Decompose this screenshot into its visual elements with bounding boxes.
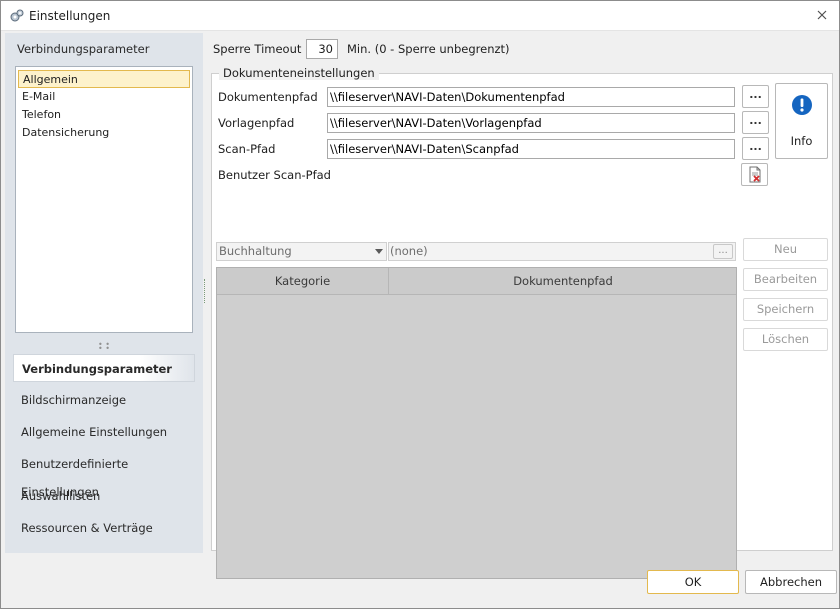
category-path-grid[interactable]: Kategorie Dokumentenpfad — [216, 267, 737, 579]
category-path-value: (none) — [390, 244, 428, 258]
edit-button[interactable]: Bearbeiten — [743, 268, 828, 291]
dokumentenpfad-input[interactable]: \\fileserver\NAVI-Daten\Dokumentenpfad — [327, 87, 735, 107]
subsection-list[interactable]: Allgemein E-Mail Telefon Datensicherung — [15, 66, 193, 333]
timeout-label: Sperre Timeout — [213, 42, 302, 56]
list-item-allgemein[interactable]: Allgemein — [18, 70, 190, 88]
info-button-label: Info — [790, 134, 813, 148]
nav-item-verbindungsparameter[interactable]: Verbindungsparameter — [13, 354, 195, 382]
column-header-kategorie[interactable]: Kategorie — [217, 268, 389, 294]
exclamation-info-icon — [791, 94, 813, 116]
title-bar: Einstellungen — [1, 1, 839, 31]
nav-item-benutzerdefinierte-einstellungen[interactable]: Benutzerdefinierte Einstellungen — [13, 450, 195, 499]
settings-gears-icon — [9, 8, 25, 24]
settings-content: Sperre Timeout 30 Min. (0 - Sperre unbeg… — [211, 33, 833, 579]
category-combo[interactable]: Buchhaltung — [216, 242, 387, 261]
nav-item-auswahllisten[interactable]: Auswahllisten — [13, 482, 195, 510]
info-button[interactable]: Info — [775, 83, 828, 159]
list-item-datensicherung[interactable]: Datensicherung — [18, 124, 190, 142]
splitter-grip[interactable]: • • • • — [97, 341, 111, 353]
section-header: Verbindungsparameter — [17, 42, 150, 56]
document-settings-group: Dokumentenpfad \\fileserver\NAVI-Daten\D… — [211, 73, 833, 579]
remove-scan-path-button[interactable] — [741, 163, 768, 186]
group-title: Dokumenteneinstellungen — [219, 66, 379, 80]
delete-button[interactable]: Löschen — [743, 328, 828, 351]
ok-button[interactable]: OK — [647, 570, 739, 594]
category-path-field[interactable]: (none) ... — [388, 242, 736, 261]
window-title: Einstellungen — [29, 9, 111, 23]
browse-vorlagenpfad-button[interactable]: ... — [742, 111, 769, 134]
chevron-down-icon — [375, 249, 383, 254]
timeout-hint: Min. (0 - Sperre unbegrenzt) — [347, 42, 510, 56]
navigation-panel: Verbindungsparameter Allgemein E-Mail Te… — [5, 33, 203, 553]
panel-splitter[interactable] — [204, 279, 206, 303]
settings-dialog: Einstellungen Verbindungsparameter Allge… — [0, 0, 840, 609]
list-item-telefon[interactable]: Telefon — [18, 106, 190, 124]
browse-dokumentenpfad-button[interactable]: ... — [742, 85, 769, 108]
nav-item-bildschirmanzeige[interactable]: Bildschirmanzeige — [13, 386, 195, 414]
list-item-email[interactable]: E-Mail — [18, 88, 190, 106]
save-button[interactable]: Speichern — [743, 298, 828, 321]
close-icon[interactable] — [813, 7, 831, 25]
browse-scan-pfad-button[interactable]: ... — [742, 137, 769, 160]
new-button[interactable]: Neu — [743, 238, 828, 261]
vorlagenpfad-input[interactable]: \\fileserver\NAVI-Daten\Vorlagenpfad — [327, 113, 735, 133]
column-header-dokumentenpfad[interactable]: Dokumentenpfad — [390, 268, 736, 294]
scan-pfad-input[interactable]: \\fileserver\NAVI-Daten\Scanpfad — [327, 139, 735, 159]
timeout-input[interactable]: 30 — [306, 39, 338, 59]
browse-category-path-button[interactable]: ... — [713, 244, 733, 259]
label-benutzer-scan-pfad: Benutzer Scan-Pfad — [218, 168, 331, 182]
label-vorlagenpfad: Vorlagenpfad — [218, 116, 295, 130]
cancel-button[interactable]: Abbrechen — [745, 570, 837, 594]
nav-item-ressourcen-vertraege[interactable]: Ressourcen & Verträge — [13, 514, 195, 542]
label-dokumentenpfad: Dokumentenpfad — [218, 90, 318, 104]
grid-header: Kategorie Dokumentenpfad — [217, 268, 736, 295]
label-scan-pfad: Scan-Pfad — [218, 142, 276, 156]
category-combo-value: Buchhaltung — [219, 244, 292, 258]
document-remove-icon — [749, 166, 761, 183]
nav-item-allgemeine-einstellungen[interactable]: Allgemeine Einstellungen — [13, 418, 195, 446]
